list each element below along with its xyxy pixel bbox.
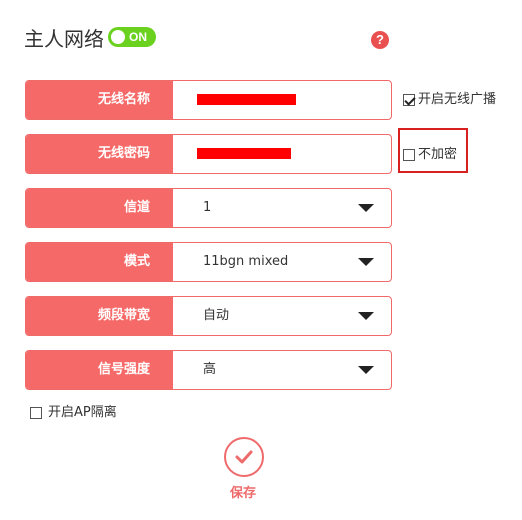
channel-select[interactable]: 信道 1 <box>25 188 392 228</box>
broadcast-checkbox[interactable] <box>403 94 415 106</box>
ap-isolation-label: 开启AP隔离 <box>48 405 117 420</box>
bandwidth-label: 频段带宽 <box>26 297 173 335</box>
checkmark-icon <box>235 450 253 464</box>
signal-strength-select[interactable]: 信号强度 高 <box>25 350 392 390</box>
password-field[interactable]: 无线密码 <box>25 134 392 174</box>
ssid-redaction <box>197 94 296 105</box>
password-label: 无线密码 <box>26 135 173 173</box>
password-redaction <box>197 148 291 159</box>
bandwidth-value: 自动 <box>203 308 230 323</box>
toggle-state-label: ON <box>129 30 147 44</box>
help-icon[interactable]: ? <box>371 31 389 49</box>
broadcast-label: 开启无线广播 <box>418 92 497 107</box>
ssid-field[interactable]: 无线名称 <box>25 80 392 120</box>
mode-value: 11bgn mixed <box>203 254 289 269</box>
chevron-down-icon[interactable] <box>358 312 374 320</box>
signal-strength-label: 信号强度 <box>26 351 173 389</box>
mode-select[interactable]: 模式 11bgn mixed <box>25 242 392 282</box>
channel-value: 1 <box>203 200 212 215</box>
wifi-toggle-switch[interactable]: ON <box>108 27 156 47</box>
channel-label: 信道 <box>26 189 173 227</box>
save-button[interactable] <box>224 437 264 477</box>
no-encryption-checkbox[interactable] <box>403 149 415 161</box>
ap-isolation-checkbox[interactable] <box>30 407 42 419</box>
ssid-label: 无线名称 <box>26 81 173 119</box>
no-encryption-label: 不加密 <box>418 147 458 162</box>
signal-strength-value: 高 <box>203 362 217 377</box>
chevron-down-icon[interactable] <box>358 258 374 266</box>
mode-label: 模式 <box>26 243 173 281</box>
bandwidth-select[interactable]: 频段带宽 自动 <box>25 296 392 336</box>
page-title: 主人网络 <box>24 27 104 51</box>
chevron-down-icon[interactable] <box>358 366 374 374</box>
save-label[interactable]: 保存 <box>230 486 256 502</box>
toggle-knob <box>111 30 125 44</box>
chevron-down-icon[interactable] <box>358 204 374 212</box>
